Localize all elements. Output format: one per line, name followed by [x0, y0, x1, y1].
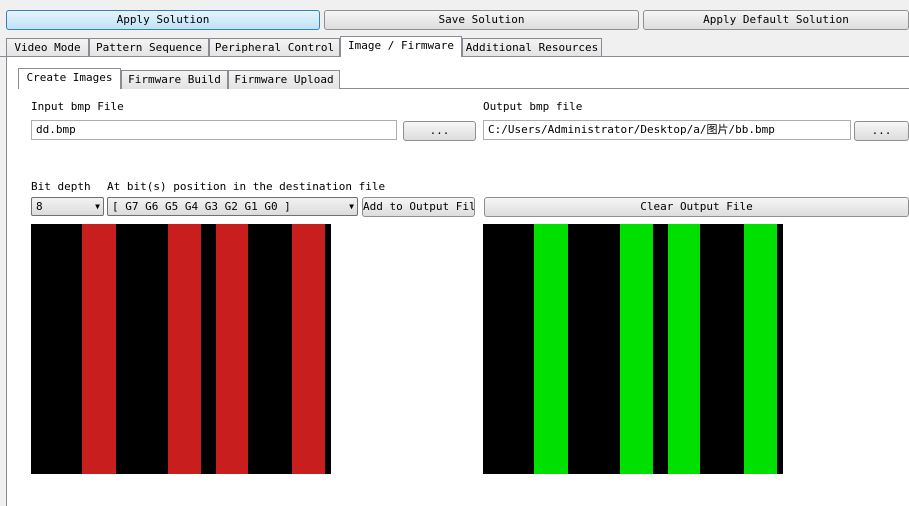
tab-firmware-build[interactable]: Firmware Build [121, 70, 228, 89]
chevron-down-icon: ▼ [95, 202, 100, 211]
chevron-down-icon: ▼ [349, 202, 354, 211]
tab-pattern-sequence[interactable]: Pattern Sequence [89, 38, 209, 57]
output-bmp-field[interactable]: C:/Users/Administrator/Desktop/a/图片/bb.b… [483, 120, 851, 140]
input-preview-bar [82, 224, 116, 474]
output-preview-bar [534, 224, 568, 474]
output-preview-bar [668, 224, 700, 474]
tab-additional-resources[interactable]: Additional Resources [462, 38, 602, 57]
bit-position-label: At bit(s) position in the destination fi… [107, 180, 386, 193]
output-preview-bar [620, 224, 653, 474]
tab-image-firmware[interactable]: Image / Firmware [340, 36, 462, 57]
tab-video-mode[interactable]: Video Mode [6, 38, 89, 57]
input-preview-bar [292, 224, 325, 474]
output-preview-bar [744, 224, 777, 474]
input-bmp-label: Input bmp File [31, 100, 124, 113]
input-image-preview [31, 224, 331, 474]
tab-firmware-upload[interactable]: Firmware Upload [228, 70, 340, 89]
apply-default-solution-button[interactable]: Apply Default Solution [643, 10, 909, 30]
bit-depth-label: Bit depth [31, 180, 91, 193]
add-to-output-button[interactable]: Add to Output File [362, 197, 475, 217]
input-preview-bar [168, 224, 201, 474]
bit-position-value: [ G7 G6 G5 G4 G3 G2 G1 G0 ] [112, 200, 291, 213]
tab-create-images[interactable]: Create Images [18, 68, 121, 89]
bit-depth-value: 8 [36, 200, 43, 213]
output-browse-button[interactable]: ... [854, 121, 909, 141]
save-solution-button[interactable]: Save Solution [324, 10, 639, 30]
input-bmp-field[interactable]: dd.bmp [31, 120, 397, 140]
bit-position-select[interactable]: [ G7 G6 G5 G4 G3 G2 G1 G0 ] ▼ [107, 197, 358, 216]
clear-output-button[interactable]: Clear Output File [484, 197, 909, 217]
apply-solution-button[interactable]: Apply Solution [6, 10, 320, 30]
input-browse-button[interactable]: ... [403, 121, 476, 141]
tab-peripheral-control[interactable]: Peripheral Control [209, 38, 340, 57]
output-bmp-label: Output bmp file [483, 100, 583, 113]
output-image-preview [483, 224, 783, 474]
bit-depth-select[interactable]: 8 ▼ [31, 197, 104, 216]
input-preview-bar [216, 224, 248, 474]
